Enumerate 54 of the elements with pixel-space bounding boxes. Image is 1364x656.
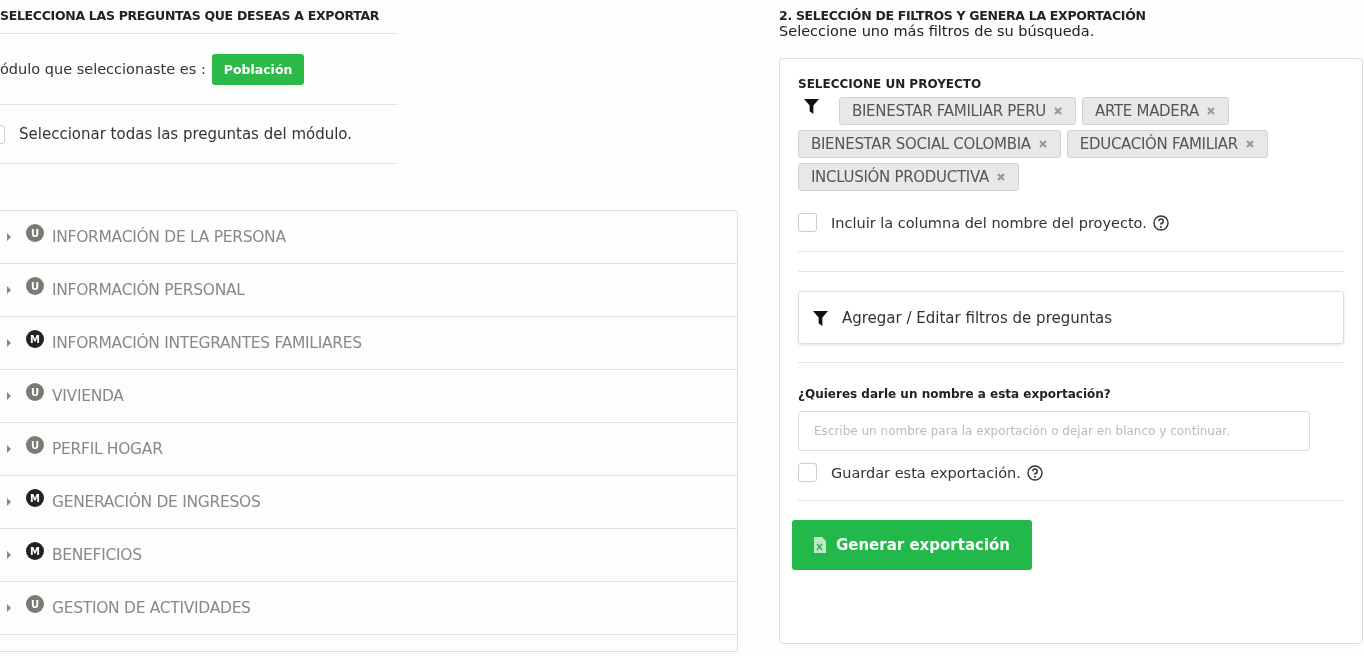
- filter-icon: [804, 99, 819, 114]
- module-label: ódulo que seleccionaste es :: [0, 61, 206, 77]
- caret-icon[interactable]: [6, 604, 12, 612]
- remove-icon[interactable]: [1206, 106, 1216, 116]
- remove-icon[interactable]: [1244, 139, 1255, 149]
- checkbox-label: Incluir la columna del nombre del proyecto.: [831, 214, 1147, 231]
- badge: U: [26, 224, 44, 242]
- section-title[interactable]: VIVIENDA: [52, 387, 124, 405]
- badge: M: [26, 489, 44, 507]
- badge: U: [26, 383, 44, 401]
- help-icon[interactable]: [1152, 214, 1169, 231]
- checkbox[interactable]: [798, 463, 817, 482]
- spreadsheet-file-icon: [813, 537, 826, 553]
- badge: U: [26, 595, 44, 613]
- project-tag[interactable]: ARTE MADERA: [1082, 97, 1229, 125]
- section-title[interactable]: BENEFICIOS: [52, 546, 142, 564]
- section-title[interactable]: INFORMACIÓN DE LA PERSONA: [52, 228, 286, 246]
- badge: U: [26, 436, 44, 454]
- name-input[interactable]: Escribe un nombre para la exportación o dejar en blanco y continuar.: [798, 411, 1310, 451]
- field-label: SELECCIONE UN PROYECTO: [798, 77, 983, 91]
- remove-icon[interactable]: [1037, 139, 1048, 149]
- project-tag[interactable]: EDUCACIÓN FAMILIAR: [1066, 130, 1268, 158]
- section-title[interactable]: GESTION DE ACTIVIDADES: [52, 599, 251, 617]
- section-title[interactable]: INFORMACIÓN PERSONAL: [52, 281, 245, 299]
- filter-questions-button[interactable]: Agregar / Editar filtros de preguntas: [798, 291, 1344, 344]
- checkbox[interactable]: [798, 213, 817, 232]
- subheading: Seleccione uno más filtros de su búsqueda.: [779, 23, 1096, 39]
- badge: M: [26, 330, 44, 348]
- section-title[interactable]: PERFIL HOGAR: [52, 440, 163, 458]
- caret-icon[interactable]: [6, 233, 12, 241]
- caret-icon[interactable]: [6, 498, 12, 506]
- project-tag[interactable]: BIENESTAR FAMILIAR PERU: [839, 97, 1076, 125]
- project-tag[interactable]: BIENESTAR SOCIAL COLOMBIA: [798, 130, 1061, 158]
- filter-icon: [813, 311, 828, 326]
- caret-icon[interactable]: [6, 339, 12, 347]
- section-title[interactable]: INFORMACIÓN INTEGRANTES FAMILIARES: [52, 334, 362, 352]
- project-tag[interactable]: INCLUSIÓN PRODUCTIVA: [798, 163, 1019, 191]
- checkbox-label: Seleccionar todas las preguntas del módulo.: [19, 125, 353, 143]
- field-label: ¿Quieres darle un nombre a esta exportación?: [798, 387, 1112, 401]
- section-heading: SELECCIONA LAS PREGUNTAS QUE DESEAS A EXPORTAR: [0, 0, 398, 34]
- remove-icon[interactable]: [995, 172, 1006, 182]
- badge: M: [26, 542, 44, 560]
- section-heading: 2. SELECCIÓN DE FILTROS Y GENERA LA EXPORTACIÓN: [779, 7, 1147, 23]
- remove-icon[interactable]: [1053, 106, 1063, 116]
- caret-icon[interactable]: [6, 392, 12, 400]
- help-icon[interactable]: [1026, 464, 1043, 481]
- caret-icon[interactable]: [6, 286, 12, 294]
- checkbox-label: Guardar esta exportación.: [831, 464, 1021, 481]
- caret-icon[interactable]: [6, 445, 12, 453]
- section-title[interactable]: GENERACIÓN DE INGRESOS: [52, 493, 261, 511]
- module-tag: Población: [211, 53, 305, 85]
- generate-export-button[interactable]: Generar exportación: [792, 520, 1032, 570]
- caret-icon[interactable]: [6, 551, 12, 559]
- badge: U: [26, 277, 44, 295]
